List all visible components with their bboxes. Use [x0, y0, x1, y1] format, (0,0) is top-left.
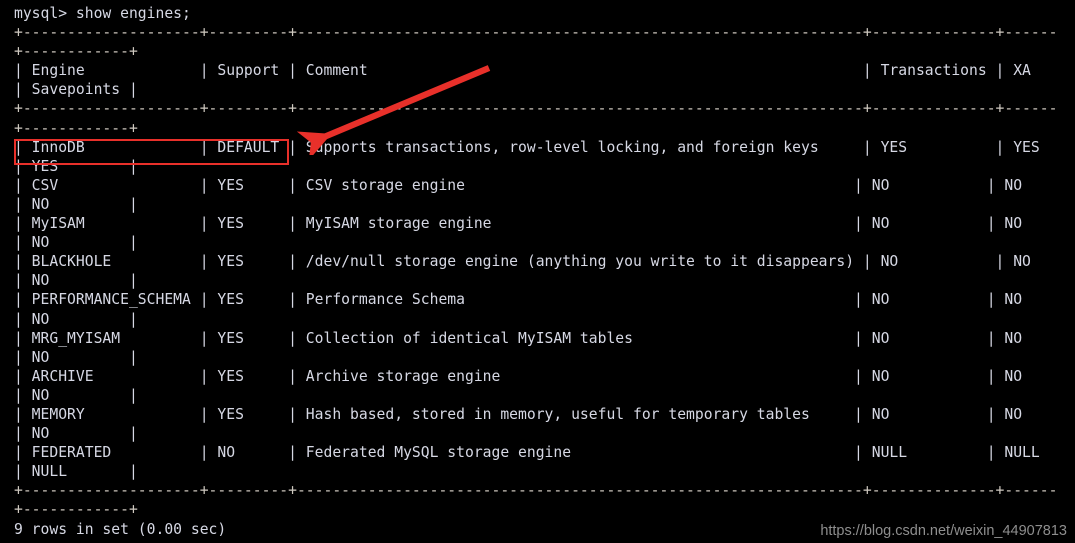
table-header-wrap: | Savepoints |: [14, 81, 138, 99]
table-row: | CSV | YES | CSV storage engine | NO | …: [14, 176, 1049, 194]
table-separator-top-wrap: +------------+: [14, 43, 138, 61]
table-row-wrap: | NO |: [14, 195, 138, 213]
table-separator-header-wrap: +------------+: [14, 119, 138, 137]
table-row: | MRG_MYISAM | YES | Collection of ident…: [14, 329, 1049, 347]
table-row-wrap: | YES |: [14, 157, 138, 175]
table-row-wrap: | NULL |: [14, 463, 138, 481]
table-separator-top: +--------------------+---------+--------…: [14, 24, 1058, 42]
table-row: | FEDERATED | NO | Federated MySQL stora…: [14, 444, 1049, 462]
table-row: | PERFORMANCE_SCHEMA | YES | Performance…: [14, 291, 1049, 309]
table-row-wrap: | NO |: [14, 234, 138, 252]
table-header: | Engine | Support | Comment | Transacti…: [14, 62, 1058, 80]
table-row-wrap: | NO |: [14, 272, 138, 290]
table-row-wrap: | NO |: [14, 425, 138, 443]
table-row-wrap: | NO |: [14, 310, 138, 328]
table-row: | MyISAM | YES | MyISAM storage engine |…: [14, 215, 1049, 233]
table-separator-bottom: +--------------------+---------+--------…: [14, 482, 1058, 500]
table-separator-bottom-wrap: +------------+: [14, 501, 138, 519]
table-row-wrap: | NO |: [14, 386, 138, 404]
table-row-wrap: | NO |: [14, 348, 138, 366]
prompt-line: mysql> show engines;: [14, 5, 191, 22]
terminal-window: mysql> show engines; +------------------…: [0, 0, 1075, 543]
watermark-text: https://blog.csdn.net/weixin_44907813: [820, 523, 1067, 539]
table-row: | ARCHIVE | YES | Archive storage engine…: [14, 367, 1049, 385]
table-separator-header: +--------------------+---------+--------…: [14, 100, 1058, 118]
table-row: | MEMORY | YES | Hash based, stored in m…: [14, 405, 1049, 423]
table-row: | InnoDB | DEFAULT | Supports transactio…: [14, 138, 1058, 156]
table-row: | BLACKHOLE | YES | /dev/null storage en…: [14, 253, 1058, 271]
